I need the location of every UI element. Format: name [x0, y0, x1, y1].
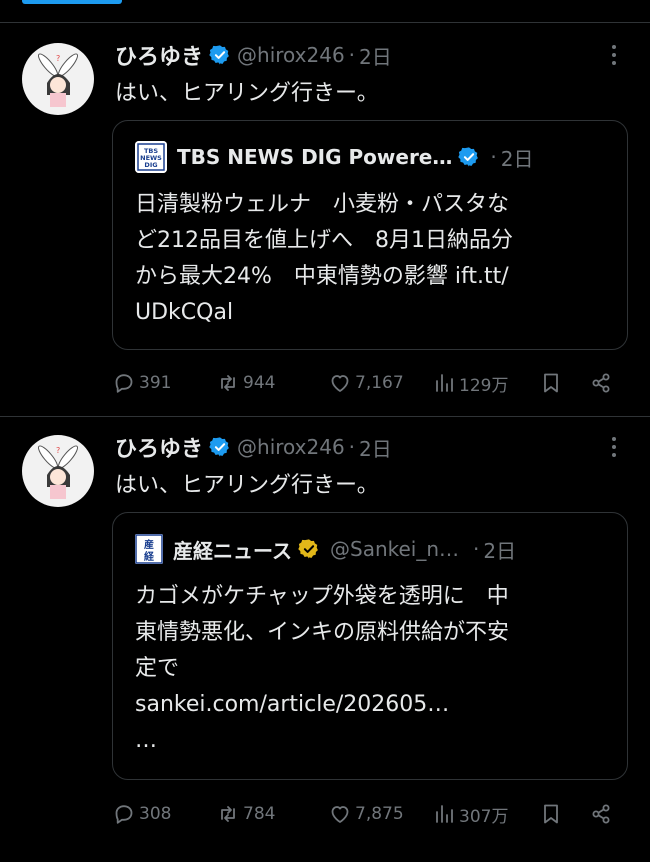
bookmark-icon [544, 373, 558, 393]
author-handle[interactable]: @hirox246 [237, 43, 345, 67]
view-count: 307万 [459, 806, 509, 827]
like-button[interactable]: 7,875 [328, 797, 404, 831]
repost-count: 944 [243, 373, 276, 393]
verified-gold-badge-icon [298, 539, 318, 559]
quoted-post-header: TBS NEWS DIG TBS NEWS DIG Powere… · 2日 [135, 141, 533, 173]
svg-text:産: 産 [144, 538, 154, 551]
quoted-post[interactable]: TBS NEWS DIG TBS NEWS DIG Powere… · 2日 日… [112, 120, 628, 350]
svg-text:DIG: DIG [144, 161, 157, 169]
quoted-post-text: カゴメがケチャップ外袋を透明に 中 東情勢悪化、インキの原料供給が不安 定で s… [135, 579, 615, 759]
separator-dot: · [348, 435, 356, 459]
reply-icon [115, 805, 133, 824]
action-bar: 391 944 7,167 129万 [112, 366, 628, 400]
more-options-icon[interactable] [604, 37, 624, 73]
separator-dot: · [490, 145, 497, 169]
share-icon [592, 804, 610, 824]
share-icon [592, 373, 610, 393]
avatar[interactable]: ? [22, 435, 94, 507]
reply-count: 308 [139, 804, 172, 824]
quoted-author-handle: @Sankei_n… [330, 537, 460, 561]
quoted-text-line: UDkCQal [135, 300, 234, 325]
separator-dot: · [348, 43, 356, 67]
svg-text:?: ? [56, 54, 60, 63]
verified-badge-icon [209, 437, 229, 457]
quoted-post-text: 日清製粉ウェルナ 小麦粉・パスタな ど212品目を値上げへ 8月1日納品分 から… [135, 187, 615, 331]
quoted-text-line: ど212品目を値上げへ 8月1日納品分 [135, 228, 513, 253]
quoted-post-time: 2日 [483, 538, 517, 563]
heart-icon [331, 806, 349, 823]
quoted-text-line: 定で [135, 656, 180, 681]
quoted-author-name: TBS NEWS DIG Powere… [177, 145, 453, 169]
reply-button[interactable]: 391 [112, 366, 171, 400]
repost-icon [221, 806, 235, 822]
post-text: はい、ヒアリング行きー。 [115, 473, 379, 498]
views-button[interactable]: 129万 [432, 366, 508, 400]
share-button[interactable] [589, 366, 616, 400]
post-header: ひろゆき @hirox246 · 2日 [115, 429, 392, 465]
svg-text:経: 経 [144, 550, 155, 563]
quoted-link-line: sankei.com/article/202605… [135, 692, 450, 717]
post[interactable]: ? ひろゆき @hirox246 · 2日 はい、ヒアリング行きー。 TBS N… [0, 23, 650, 417]
more-options-icon[interactable] [604, 429, 624, 465]
views-chart-icon [436, 374, 453, 392]
separator-dot: · [473, 537, 480, 561]
reply-count: 391 [139, 373, 172, 393]
post-header: ひろゆき @hirox246 · 2日 [115, 37, 392, 73]
author-handle[interactable]: @hirox246 [237, 435, 345, 459]
quoted-text-line: 日清製粉ウェルナ 小麦粉・パスタな [135, 192, 510, 217]
tbs-news-logo: TBS NEWS DIG [135, 141, 167, 173]
like-count: 7,167 [355, 373, 404, 393]
bookmark-button[interactable] [539, 797, 566, 831]
view-count: 129万 [459, 375, 509, 396]
like-count: 7,875 [355, 804, 404, 824]
quoted-text-line: カゴメがケチャップ外袋を透明に 中 [135, 584, 509, 609]
sankei-logo: 産 経 [135, 534, 163, 564]
repost-count: 784 [243, 804, 276, 824]
quoted-post-header: 産 経 産経ニュース @Sankei_n… · 2日 [135, 533, 516, 565]
reply-button[interactable]: 308 [112, 797, 171, 831]
repost-button[interactable]: 944 [216, 366, 275, 400]
reply-icon [115, 374, 133, 393]
author-name[interactable]: ひろゆき [115, 39, 203, 71]
quoted-post-time: 2日 [500, 146, 534, 171]
post-time[interactable]: 2日 [359, 433, 392, 462]
like-button[interactable]: 7,167 [328, 366, 404, 400]
post-time[interactable]: 2日 [359, 41, 392, 70]
heart-icon [331, 375, 349, 392]
repost-icon [221, 375, 235, 391]
svg-text:?: ? [56, 446, 60, 455]
share-button[interactable] [589, 797, 616, 831]
quoted-text-ellipsis: … [135, 728, 157, 753]
verified-badge-icon [209, 45, 229, 65]
bookmark-button[interactable] [539, 366, 566, 400]
active-tab-indicator [22, 0, 122, 4]
quoted-author-name: 産経ニュース [173, 538, 292, 563]
post[interactable]: ? ひろゆき @hirox246 · 2日 はい、ヒアリング行きー。 産 経 産… [0, 417, 650, 862]
post-text: はい、ヒアリング行きー。 [115, 81, 379, 106]
quoted-text-line: 東情勢悪化、インキの原料供給が不安 [135, 620, 510, 645]
views-chart-icon [436, 805, 453, 823]
bookmark-icon [544, 804, 558, 824]
quoted-post[interactable]: 産 経 産経ニュース @Sankei_n… · 2日 カゴメがケチャップ外袋を透… [112, 512, 628, 780]
avatar[interactable]: ? [22, 43, 94, 115]
author-name[interactable]: ひろゆき [115, 431, 203, 463]
action-bar: 308 784 7,875 307万 [112, 797, 628, 831]
repost-button[interactable]: 784 [216, 797, 275, 831]
views-button[interactable]: 307万 [432, 797, 508, 831]
verified-badge-icon [458, 147, 479, 167]
quoted-text-line: から最大24% 中東情勢の影響 ift.tt/ [135, 264, 509, 289]
top-divider [0, 0, 650, 23]
